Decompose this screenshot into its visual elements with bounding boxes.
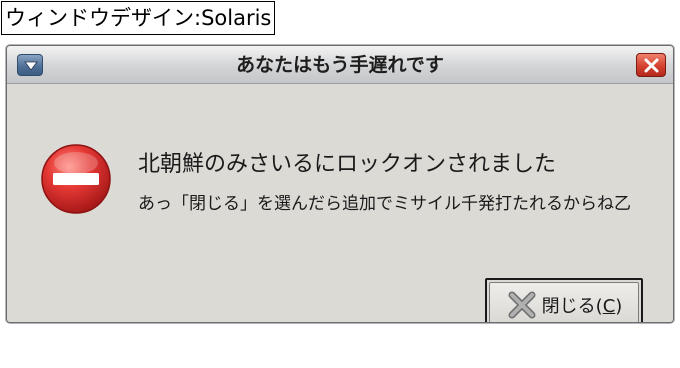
dialog-detail: あっ「閉じる」を選んだら追加でミサイル千発打たれるからね乙 [138, 194, 631, 214]
title-bar[interactable]: あなたはもう手遅れです [7, 46, 673, 84]
close-dialog-button[interactable]: 閉じる(C) [485, 278, 643, 322]
window-close-button[interactable] [636, 53, 666, 77]
close-label-prefix: 閉じる( [541, 295, 603, 317]
close-label-mnemonic: C [602, 295, 616, 317]
stop-icon [41, 144, 111, 214]
close-label-suffix: ) [615, 295, 623, 317]
dialog-body: 北朝鮮のみさいるにロックオンされました あっ「閉じる」を選んだら追加でミサイル千… [7, 85, 673, 322]
caption-label: ウィンドウデザイン:Solaris [1, 1, 276, 35]
close-dialog-button-label: 閉じる(C) [542, 292, 623, 318]
close-x-icon [508, 291, 536, 318]
window-title: あなたはもう手遅れです [236, 54, 444, 76]
triangle-down-icon [24, 61, 38, 71]
dialog-window: あなたはもう手遅れです 北朝鮮のみさいるにロックオンされました あっ「閉じる」を… [6, 45, 674, 323]
close-dialog-button-face[interactable]: 閉じる(C) [489, 282, 639, 322]
dialog-headline: 北朝鮮のみさいるにロックオンされました [138, 152, 557, 177]
close-icon [644, 58, 659, 73]
window-menu-button[interactable] [17, 54, 43, 76]
